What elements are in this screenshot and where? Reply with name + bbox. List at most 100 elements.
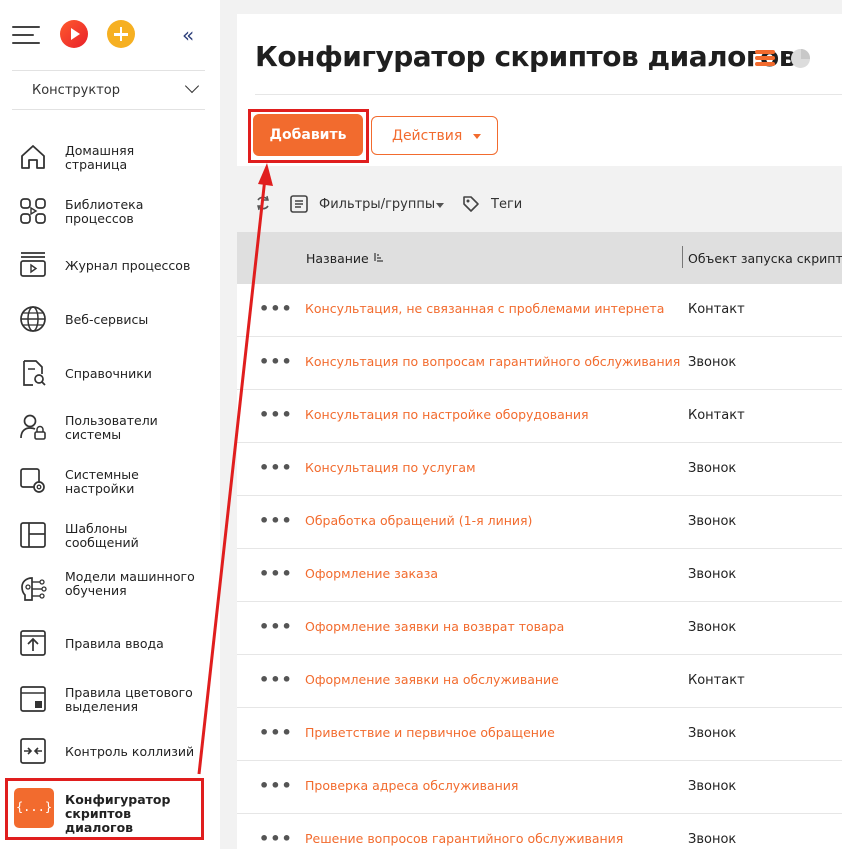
table-row[interactable]: ••• Консультация по настройке оборудовани… xyxy=(237,390,842,443)
table-row[interactable]: ••• Оформление заказа Звонок xyxy=(237,549,842,602)
row-menu-icon[interactable]: ••• xyxy=(259,352,293,371)
table-row[interactable]: ••• Решение вопросов гарантийного обслужи… xyxy=(237,814,842,849)
sidebar-item-label: Системные настройки xyxy=(65,467,139,496)
row-name-link[interactable]: Оформление заказа xyxy=(305,566,438,581)
sidebar-item-label: Домашняя страница xyxy=(65,143,135,172)
table-header: Название Объект запуска скрипта xyxy=(237,232,842,284)
input-rules-icon xyxy=(20,630,46,656)
sidebar-item-collision-control[interactable]: Контроль коллизий xyxy=(8,736,204,768)
sidebar-topbar: « xyxy=(12,18,212,52)
column-header-launch-object[interactable]: Объект запуска скрипта xyxy=(688,251,842,266)
sidebar-item-lookups[interactable]: Справочники xyxy=(8,358,204,390)
sidebar-item-label: Пользователи системы xyxy=(65,413,158,442)
quick-add-icon[interactable] xyxy=(107,20,135,48)
sidebar-item-ml-models[interactable]: Модели машинного обучения xyxy=(8,566,204,618)
table-row[interactable]: ••• Приветствие и первичное обращение Звон… xyxy=(237,708,842,761)
sidebar-item-label: Правила ввода xyxy=(65,636,164,651)
row-menu-icon[interactable]: ••• xyxy=(259,564,293,583)
table-row[interactable]: ••• Оформление заявки на возврат товара Зв… xyxy=(237,602,842,655)
globe-icon xyxy=(20,306,46,332)
table-row[interactable]: ••• Проверка адреса обслуживания Звонок xyxy=(237,761,842,814)
ml-brain-icon xyxy=(21,577,47,601)
row-launch-object: Звонок xyxy=(688,567,737,582)
chevron-down-icon xyxy=(184,78,200,94)
table-row[interactable]: ••• Консультация, не связанная с проблема… xyxy=(237,284,842,337)
page-title: Конфигуратор скриптов диалогов xyxy=(255,40,796,73)
sidebar-item-system-settings[interactable]: Системные настройки xyxy=(8,464,204,504)
app-root: « Конструктор Домашняя страница Библиоте… xyxy=(0,0,842,849)
list-view-icon[interactable] xyxy=(755,50,775,66)
refresh-icon[interactable] xyxy=(254,194,272,212)
column-header-name[interactable]: Название xyxy=(306,251,369,266)
row-name-link[interactable]: Консультация, не связанная с проблемами … xyxy=(305,301,664,316)
row-menu-icon[interactable]: ••• xyxy=(259,458,293,477)
sidebar: « Конструктор Домашняя страница Библиоте… xyxy=(0,0,220,849)
row-name-link[interactable]: Консультация по услугам xyxy=(305,460,476,475)
row-menu-icon[interactable]: ••• xyxy=(259,776,293,795)
sidebar-item-label: Правила цветового выделения xyxy=(65,685,193,714)
row-launch-object: Контакт xyxy=(688,673,745,688)
sidebar-item-system-users[interactable]: Пользователи системы xyxy=(8,410,204,450)
row-name-link[interactable]: Решение вопросов гарантийного обслуживан… xyxy=(305,831,623,846)
column-divider[interactable] xyxy=(682,246,683,268)
row-menu-icon[interactable]: ••• xyxy=(259,829,293,848)
row-launch-object: Звонок xyxy=(688,726,737,741)
table-row[interactable]: ••• Консультация по услугам Звонок xyxy=(237,443,842,496)
collapse-sidebar-icon[interactable]: « xyxy=(182,23,194,47)
filter-icon[interactable] xyxy=(289,194,309,214)
main-panel: Конфигуратор скриптов диалогов Добавить … xyxy=(237,14,842,849)
sidebar-item-color-rules[interactable]: Правила цветового выделения xyxy=(8,682,204,722)
row-menu-icon[interactable]: ••• xyxy=(259,511,293,530)
row-name-link[interactable]: Приветствие и первичное обращение xyxy=(305,725,555,740)
table-row[interactable]: ••• Обработка обращений (1-я линия) Звонок xyxy=(237,496,842,549)
row-name-link[interactable]: Консультация по вопросам гарантийного об… xyxy=(305,354,680,369)
sidebar-item-input-rules[interactable]: Правила ввода xyxy=(8,628,204,660)
sidebar-item-label: Модели машинного обучения xyxy=(65,569,195,598)
tags-button[interactable]: Теги xyxy=(491,197,522,212)
sidebar-item-process-library[interactable]: Библиотека процессов xyxy=(8,194,204,234)
settings-icon xyxy=(20,468,45,493)
analytics-view-icon[interactable] xyxy=(791,49,810,68)
filters-groups-button[interactable]: Фильтры/группы xyxy=(319,197,435,212)
row-launch-object: Звонок xyxy=(688,832,737,847)
sidebar-item-process-log[interactable]: Журнал процессов xyxy=(8,250,204,282)
tag-icon[interactable] xyxy=(461,194,481,214)
run-process-icon[interactable] xyxy=(60,20,88,48)
templates-icon xyxy=(20,522,46,548)
row-menu-icon[interactable]: ••• xyxy=(259,617,293,636)
collision-icon xyxy=(20,738,46,764)
row-menu-icon[interactable]: ••• xyxy=(259,405,293,424)
home-icon xyxy=(21,145,45,169)
table-row[interactable]: ••• Оформление заявки на обслуживание Конт… xyxy=(237,655,842,708)
row-name-link[interactable]: Оформление заявки на обслуживание xyxy=(305,672,559,687)
row-launch-object: Звонок xyxy=(688,620,737,635)
actions-button[interactable]: Действия xyxy=(371,116,498,155)
sidebar-item-label: Журнал процессов xyxy=(65,258,191,273)
lookup-icon xyxy=(23,360,46,386)
row-name-link[interactable]: Оформление заявки на возврат товара xyxy=(305,619,564,634)
sidebar-item-message-templates[interactable]: Шаблоны сообщений xyxy=(8,518,204,558)
add-button[interactable]: Добавить xyxy=(253,114,363,156)
process-log-icon xyxy=(20,252,46,277)
sort-icon[interactable] xyxy=(374,252,384,262)
row-launch-object: Контакт xyxy=(688,302,745,317)
row-name-link[interactable]: Обработка обращений (1-я линия) xyxy=(305,513,532,528)
row-name-link[interactable]: Консультация по настройке оборудования xyxy=(305,407,589,422)
row-menu-icon[interactable]: ••• xyxy=(259,670,293,689)
workplace-select[interactable]: Конструктор xyxy=(12,70,205,110)
table-row[interactable]: ••• Консультация по вопросам гарантийного… xyxy=(237,337,842,390)
color-rules-icon xyxy=(20,686,46,712)
row-name-link[interactable]: Проверка адреса обслуживания xyxy=(305,778,518,793)
sidebar-item-home[interactable]: Домашняя страница xyxy=(8,140,204,180)
caret-down-icon xyxy=(473,134,481,139)
sidebar-item-dialog-script-configurator[interactable]: {...} Конфигуратор скриптов диалогов xyxy=(5,778,204,840)
sidebar-item-label: Веб-сервисы xyxy=(65,312,149,327)
sidebar-item-label: Контроль коллизий xyxy=(65,744,195,759)
sidebar-item-label: Конфигуратор скриптов диалогов xyxy=(65,792,171,835)
row-menu-icon[interactable]: ••• xyxy=(259,299,293,318)
table-body: ••• Консультация, не связанная с проблема… xyxy=(237,284,842,849)
user-lock-icon xyxy=(20,414,46,440)
hamburger-menu-icon[interactable] xyxy=(12,24,42,44)
row-menu-icon[interactable]: ••• xyxy=(259,723,293,742)
sidebar-item-web-services[interactable]: Веб-сервисы xyxy=(8,304,204,336)
